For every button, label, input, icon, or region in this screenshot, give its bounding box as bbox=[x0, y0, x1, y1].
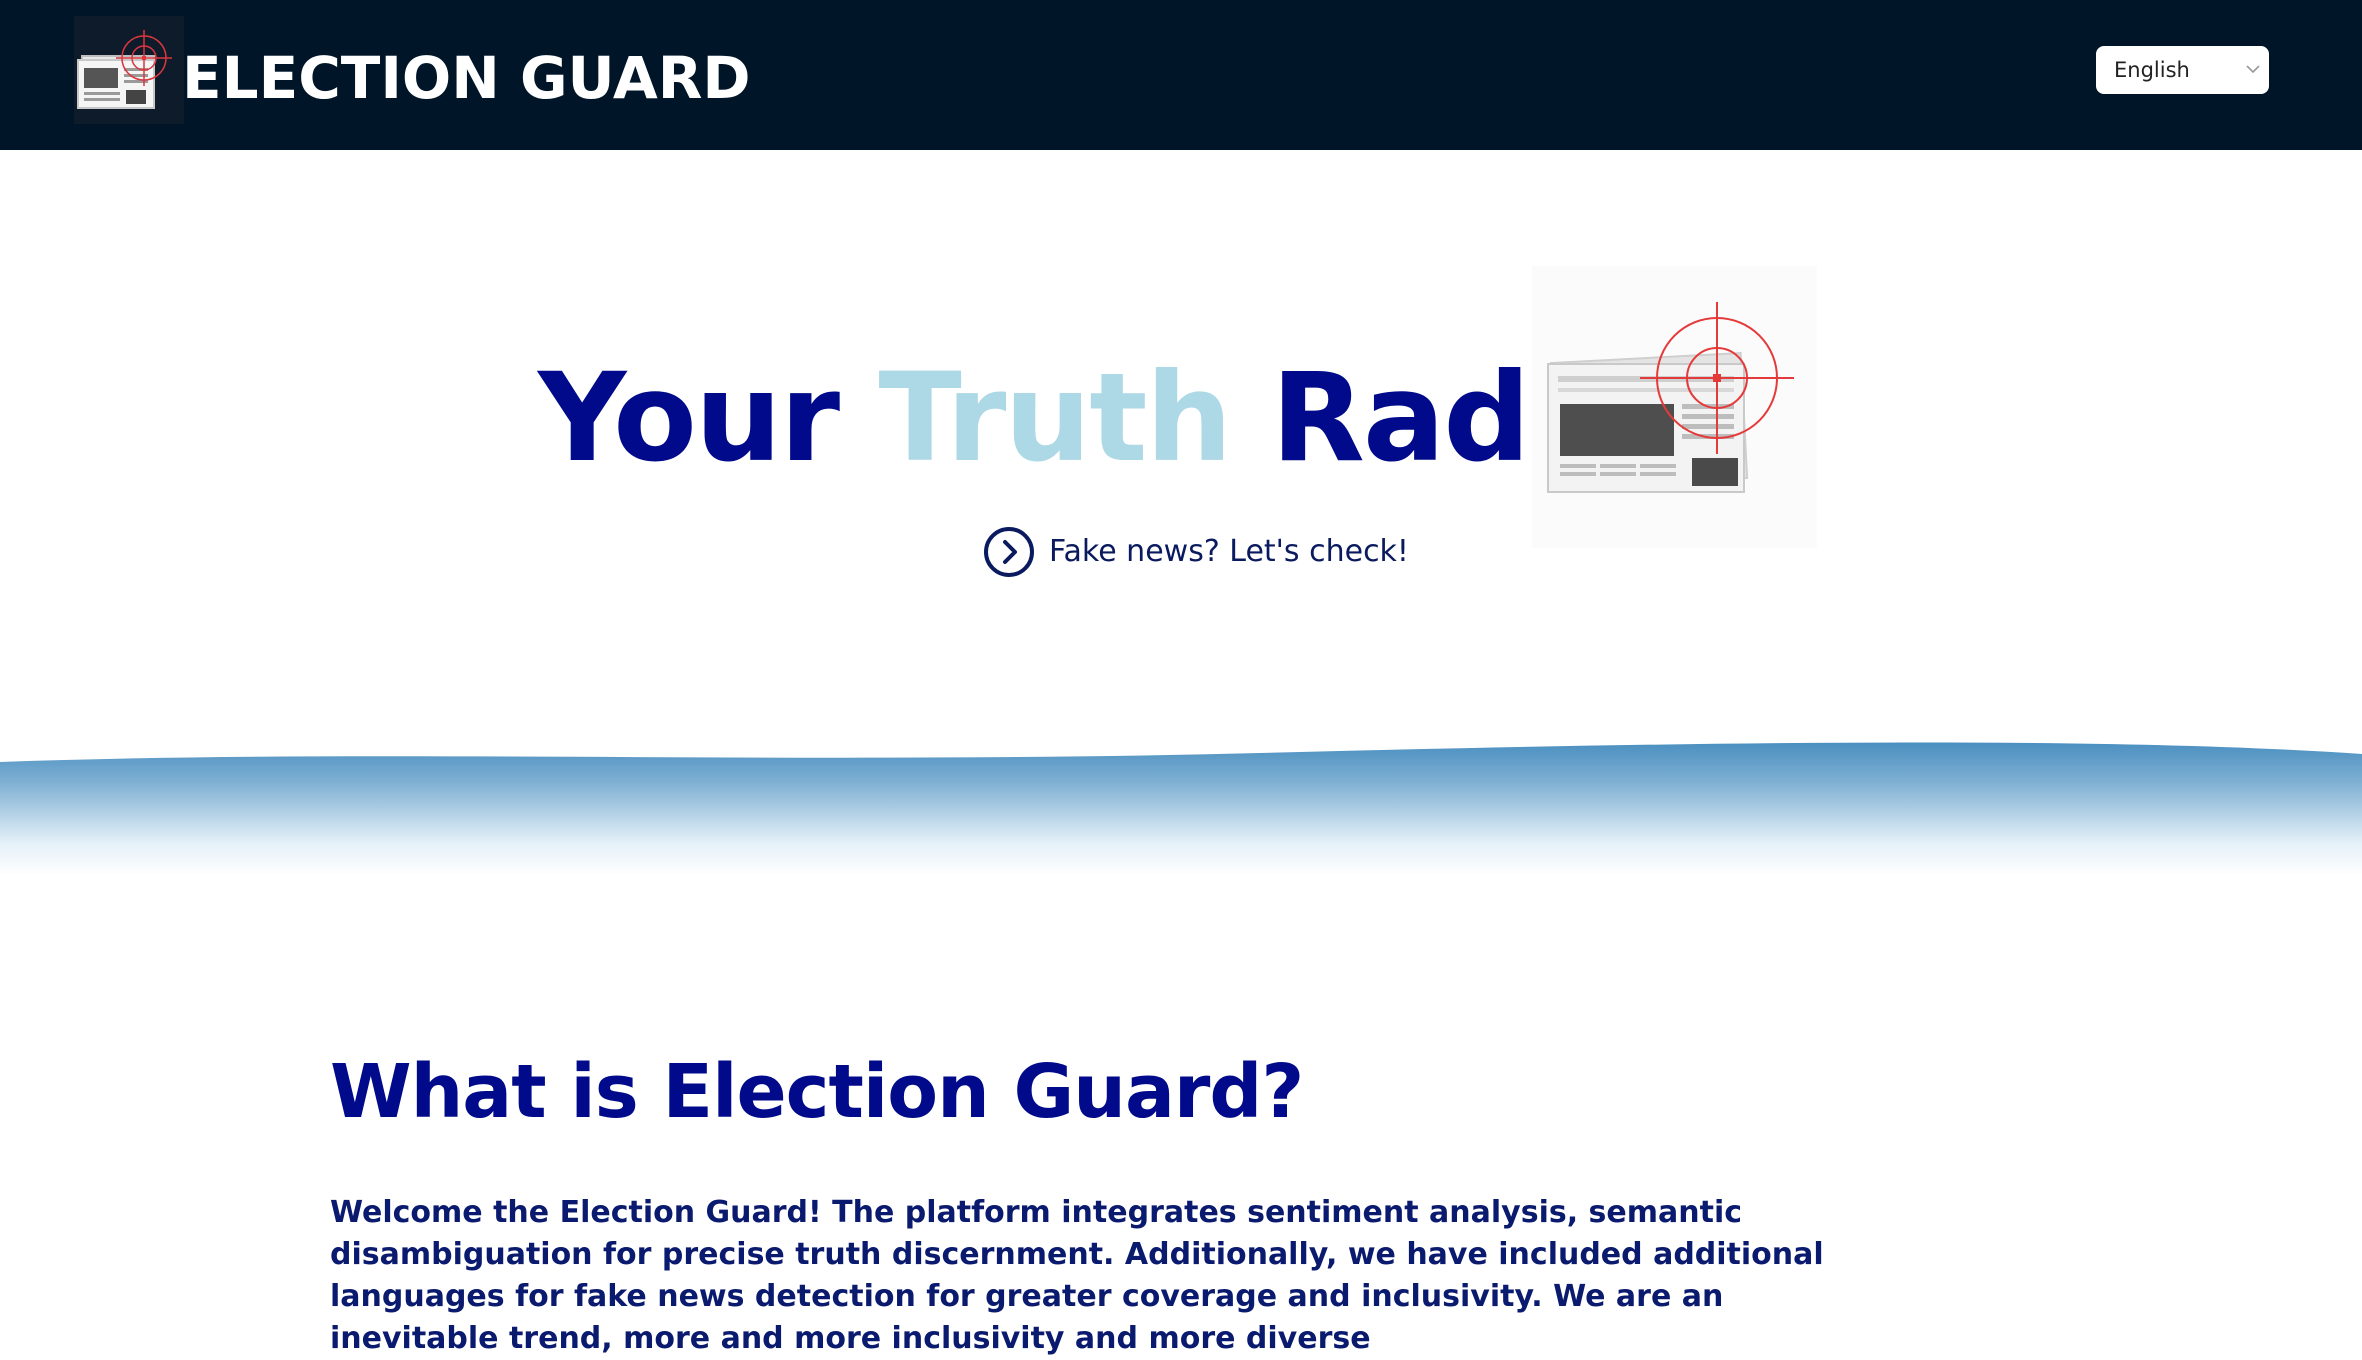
hero-title-your: Your bbox=[538, 347, 879, 489]
logo[interactable] bbox=[74, 16, 184, 124]
newspaper-target-icon bbox=[1547, 302, 1794, 493]
navbar: ELECTION GUARD English bbox=[0, 0, 2362, 150]
hero-image bbox=[1532, 266, 1817, 548]
wave-divider bbox=[0, 742, 2362, 876]
language-selected-value: English bbox=[2114, 58, 2190, 82]
hero-title-truth: Truth bbox=[878, 347, 1232, 489]
hero-title: Your Truth Radar bbox=[538, 338, 1669, 498]
about-heading: What is Election Guard? bbox=[330, 1049, 1304, 1135]
check-fake-news-label: Fake news? Let's check! bbox=[1049, 534, 1409, 569]
language-select[interactable]: English bbox=[2096, 46, 2269, 94]
chevron-right-circle-icon bbox=[984, 527, 1034, 577]
check-fake-news-link[interactable]: Fake news? Let's check! bbox=[983, 526, 1409, 578]
brand-title[interactable]: ELECTION GUARD bbox=[182, 40, 751, 116]
newspaper-target-icon bbox=[77, 30, 172, 109]
about-body: Welcome the Election Guard! The platform… bbox=[330, 1195, 1824, 1356]
chevron-down-icon bbox=[2246, 65, 2260, 74]
